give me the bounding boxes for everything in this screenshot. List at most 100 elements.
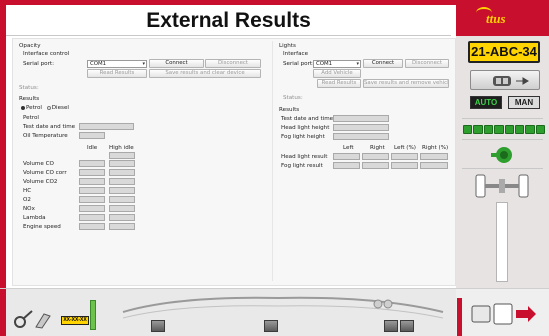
- status-led: [494, 125, 504, 134]
- vehicle-button[interactable]: [470, 70, 540, 90]
- fog-right-pct-field[interactable]: [420, 162, 448, 169]
- opacity-row-label: O2: [23, 197, 31, 203]
- status-led: [535, 125, 545, 134]
- add-vehicle-button[interactable]: Add Vehicle: [313, 69, 361, 78]
- fog-left-pct-field[interactable]: [391, 162, 418, 169]
- brake-tester-icon: [491, 147, 512, 163]
- diesel-radio-label: Diesel: [51, 105, 69, 111]
- right-sidebar: ttus 21-ABC-34 AUTO MAN: [456, 0, 549, 288]
- oil-temperature-label: Oil Temperature: [23, 133, 68, 139]
- opacity-high-idle-field[interactable]: [109, 187, 135, 194]
- opacity-high-idle-field[interactable]: [109, 196, 135, 203]
- opacity-idle-field[interactable]: [79, 187, 105, 194]
- bottom-left-border: [0, 289, 6, 336]
- lights-interface-label: Interface: [283, 51, 309, 57]
- status-led: [504, 125, 514, 134]
- save-remove-vehicle-button[interactable]: Save results and remove vehicle: [363, 79, 449, 88]
- title-bar: External Results: [6, 5, 451, 36]
- opacity-idle-field[interactable]: [79, 160, 105, 167]
- opacity-serial-port-select[interactable]: COM1 ▾: [87, 60, 147, 68]
- fog-left-field[interactable]: [333, 162, 360, 169]
- lights-status-label: Status:: [283, 95, 303, 101]
- page-title: External Results: [146, 9, 311, 32]
- fog-light-height-field[interactable]: [333, 133, 389, 140]
- opacity-section-title: Opacity: [19, 43, 41, 49]
- opacity-idle-field[interactable]: [79, 214, 105, 221]
- lights-section-title: Lights: [279, 43, 296, 49]
- sidebar-divider: [462, 118, 543, 119]
- status-led: [483, 125, 494, 134]
- lights-read-results-button[interactable]: Read Results: [317, 79, 361, 88]
- status-led: [473, 125, 483, 134]
- col-left-header: Left: [343, 145, 354, 151]
- opacity-read-results-button[interactable]: Read Results: [87, 69, 147, 78]
- diesel-radio[interactable]: [46, 105, 51, 110]
- high-idle-top-field[interactable]: [109, 152, 135, 159]
- status-led-bar: [463, 125, 545, 134]
- fog-light-height-label: Fog light height: [281, 134, 325, 140]
- opacity-high-idle-field[interactable]: [109, 214, 135, 221]
- station-button-2[interactable]: [264, 320, 278, 332]
- col-left-pct-header: Left (%): [394, 145, 416, 151]
- col-idle-header: Idle: [87, 145, 98, 151]
- station-button-1[interactable]: [151, 320, 165, 332]
- lights-disconnect-button[interactable]: Disconnect: [405, 59, 449, 68]
- head-light-height-label: Head light height: [281, 125, 330, 131]
- lights-test-date-field[interactable]: [333, 115, 389, 122]
- col-right-pct-header: Right (%): [422, 145, 449, 151]
- opacity-high-idle-field[interactable]: [109, 178, 135, 185]
- actia-logo: ttus: [476, 7, 506, 27]
- opacity-serial-port-value: COM1: [90, 61, 107, 67]
- opacity-row-label: Volume CO: [23, 161, 54, 167]
- tools-icon[interactable]: [10, 305, 56, 330]
- chevron-down-icon: ▾: [356, 61, 359, 67]
- opacity-save-clear-button[interactable]: Save results and clear device: [149, 69, 261, 78]
- oil-temperature-field[interactable]: [79, 132, 105, 139]
- opacity-idle-field[interactable]: [79, 169, 105, 176]
- opacity-status-label: Status:: [19, 85, 39, 91]
- lights-test-date-label: Test date and time: [281, 116, 334, 122]
- lights-serial-port-value: COM1: [316, 61, 333, 67]
- opacity-row-label: NOx: [23, 206, 35, 212]
- opacity-high-idle-field[interactable]: [109, 223, 135, 230]
- section-divider: [272, 41, 273, 281]
- logo-swoosh-icon: [476, 7, 492, 19]
- print-exit-icons[interactable]: [468, 298, 546, 332]
- fog-light-result-label: Fog light result: [281, 163, 323, 169]
- sidebar-divider: [462, 168, 543, 169]
- opacity-high-idle-field[interactable]: [109, 169, 135, 176]
- mini-license-plate: XX-XX-XX: [61, 316, 89, 325]
- status-led: [514, 125, 525, 134]
- opacity-idle-field[interactable]: [79, 196, 105, 203]
- lights-serial-port-select[interactable]: COM1 ▾: [313, 60, 361, 68]
- opacity-idle-field[interactable]: [79, 205, 105, 212]
- opacity-high-idle-field[interactable]: [109, 160, 135, 167]
- manual-mode-button[interactable]: MAN: [508, 96, 540, 109]
- opacity-row-label: Volume CO2: [23, 179, 58, 185]
- license-plate[interactable]: 21-ABC-34: [468, 41, 540, 63]
- head-left-field[interactable]: [333, 153, 360, 160]
- sidebar-accent-strip: [457, 298, 462, 336]
- opacity-test-date-field[interactable]: [79, 123, 134, 130]
- lights-serial-port-label: Serial port:: [283, 61, 314, 67]
- opacity-high-idle-field[interactable]: [109, 205, 135, 212]
- car-arrow-icon: [493, 76, 529, 86]
- head-left-pct-field[interactable]: [391, 153, 418, 160]
- opacity-idle-field[interactable]: [79, 178, 105, 185]
- opacity-connect-button[interactable]: Connect: [149, 59, 204, 68]
- opacity-disconnect-button[interactable]: Disconnect: [205, 59, 261, 68]
- head-light-height-field[interactable]: [333, 124, 389, 131]
- lights-connect-button[interactable]: Connect: [363, 59, 403, 68]
- station-button-3[interactable]: [384, 320, 398, 332]
- petrol-radio[interactable]: [21, 105, 25, 110]
- fog-right-field[interactable]: [362, 162, 389, 169]
- station-button-4[interactable]: [400, 320, 414, 332]
- status-led: [463, 125, 473, 134]
- head-light-result-label: Head light result: [281, 154, 328, 160]
- sidebar-divider: [462, 139, 543, 140]
- opacity-idle-field[interactable]: [79, 223, 105, 230]
- head-right-pct-field[interactable]: [420, 153, 448, 160]
- auto-mode-button[interactable]: AUTO: [470, 96, 502, 109]
- head-right-field[interactable]: [362, 153, 389, 160]
- window-left-border: [0, 0, 6, 336]
